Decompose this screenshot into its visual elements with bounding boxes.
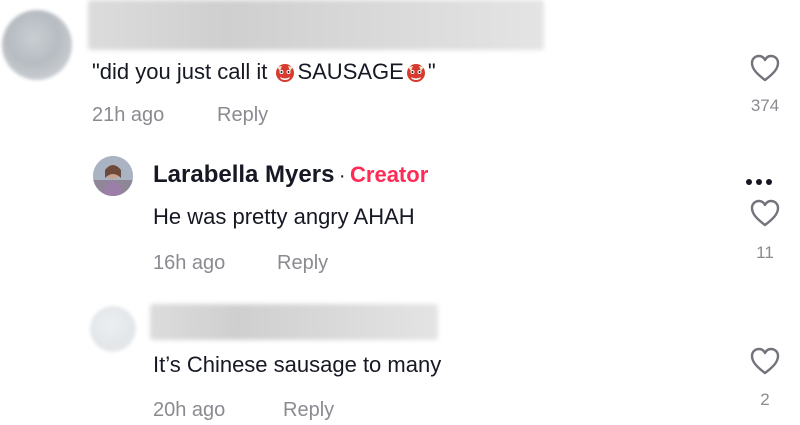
avatar[interactable]: [90, 306, 136, 352]
heart-outline-icon[interactable]: [749, 53, 781, 83]
more-options-icon[interactable]: [744, 172, 784, 185]
reply-button[interactable]: Reply: [283, 398, 334, 422]
reply-header: Larabella Myers · Creator: [153, 160, 428, 191]
heart-outline-icon[interactable]: [749, 346, 781, 376]
author-name[interactable]: Larabella Myers: [153, 161, 334, 188]
separator-dot: ·: [338, 165, 346, 187]
comment-text: He was pretty angry AHAH: [153, 204, 415, 229]
like-count: 2: [760, 390, 770, 409]
comment-text: "did you just call it SAUSAGE ": [92, 59, 436, 84]
comment-timestamp: 20h ago: [153, 399, 226, 421]
avatar-photo-icon: [93, 156, 133, 196]
ogre-emoji-icon: [406, 64, 425, 82]
reply-button[interactable]: Reply: [217, 103, 268, 127]
heart-outline-icon[interactable]: [749, 198, 781, 228]
like-count: 374: [750, 96, 780, 115]
comment-timestamp: 21h ago: [92, 104, 165, 126]
comment-timestamp: 16h ago: [153, 252, 226, 274]
reply-button[interactable]: Reply: [277, 251, 328, 275]
ogre-emoji-icon: [276, 64, 295, 82]
username-blurred[interactable]: [88, 0, 544, 50]
avatar[interactable]: [2, 10, 72, 80]
creator-badge: Creator: [350, 162, 429, 187]
avatar[interactable]: [93, 156, 133, 196]
like-count: 11: [756, 243, 774, 262]
comment-text: It’s Chinese sausage to many: [153, 352, 442, 377]
username-blurred[interactable]: [150, 304, 438, 340]
